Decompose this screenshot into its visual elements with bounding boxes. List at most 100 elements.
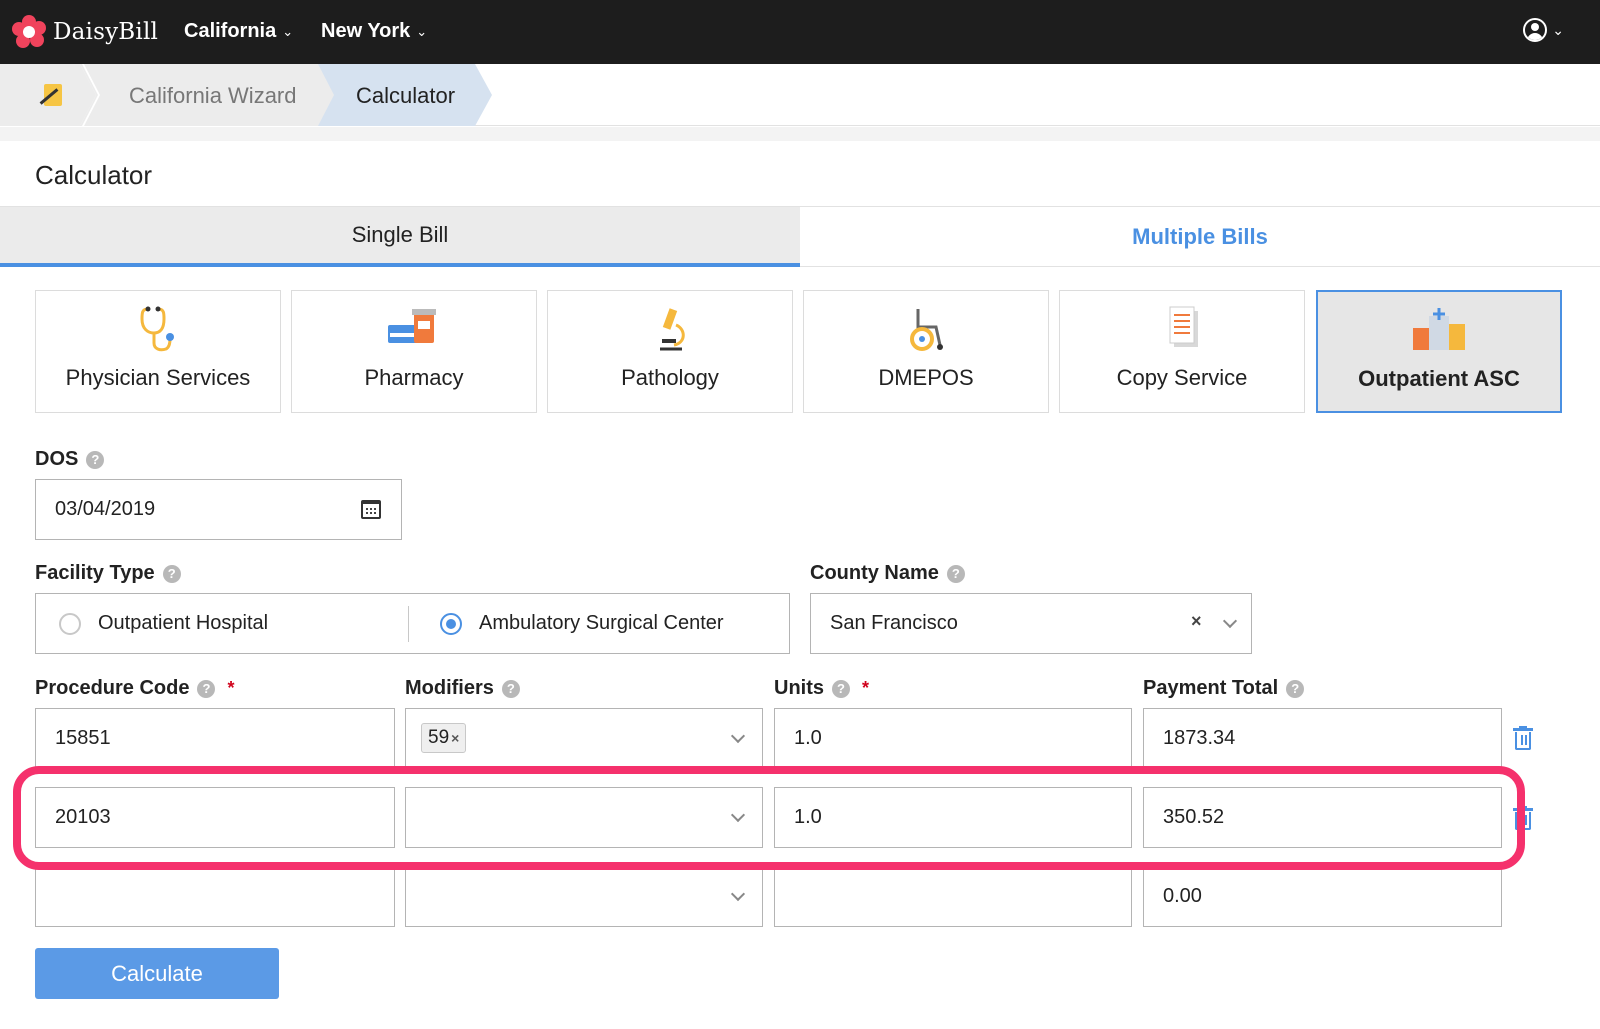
procedure-code-label-text: Procedure Code [35,677,190,699]
payment-total-field: 350.52 [1143,787,1502,848]
payment-total-value: 0.00 [1163,885,1202,907]
required-mark: * [862,678,870,698]
trash-icon[interactable] [1513,806,1533,830]
breadcrumb-home[interactable] [0,64,96,126]
service-card-label: Pharmacy [364,365,464,390]
county-value: San Francisco [830,612,958,634]
county-name-label: County Name ? [810,562,965,585]
facility-type-label-text: Facility Type [35,562,155,584]
radio-outpatient-hospital[interactable] [59,613,81,635]
payment-total-value: 1873.34 [1163,727,1236,749]
logo-text: DaisyBill [53,19,159,45]
dos-date-input[interactable]: 03/04/2019 [35,479,402,540]
top-navbar: DaisyBill California ⌄ New York ⌄ ⌄ [0,0,1600,64]
breadcrumb: California Wizard Calculator [0,64,1600,126]
service-card-label: DMEPOS [878,365,974,390]
radio-label: Outpatient Hospital [98,612,269,634]
modifiers-label: Modifiers ? [405,677,520,700]
chevron-down-icon[interactable] [1222,613,1238,629]
service-card-label: Copy Service [1116,365,1248,390]
note-pen-icon [36,82,64,108]
procedure-code-input[interactable]: 20103 [35,787,395,848]
facility-type-label: Facility Type ? [35,562,181,585]
chevron-down-icon: ⌄ [1552,21,1564,38]
service-card-pharmacy[interactable]: Pharmacy [291,290,537,413]
breadcrumb-calculator[interactable]: Calculator [318,64,492,126]
units-label: Units ? * [774,677,869,700]
breadcrumb-label: California Wizard [129,83,297,108]
service-card-physician-services[interactable]: Physician Services [35,290,281,413]
clear-icon[interactable]: × [1191,611,1202,632]
units-value: 1.0 [794,727,822,749]
modifiers-select[interactable] [405,787,763,848]
modifier-tag[interactable]: 59 × [421,723,467,753]
procedure-code-value: 15851 [55,727,111,749]
modifiers-label-text: Modifiers [405,677,494,699]
service-card-label: Outpatient ASC [1358,366,1520,391]
chevron-down-icon[interactable] [730,807,746,823]
calendar-icon[interactable] [361,500,381,519]
user-circle-icon [1523,18,1548,42]
payment-total-label: Payment Total ? [1143,677,1305,700]
help-icon[interactable]: ? [501,679,520,698]
dos-label: DOS ? [35,448,105,471]
dos-value: 03/04/2019 [55,498,156,520]
help-icon[interactable]: ? [832,679,850,698]
document-copy-icon [1169,306,1198,347]
chevron-down-icon[interactable] [730,728,746,744]
remove-tag-icon[interactable]: × [451,730,459,746]
county-name-select[interactable]: San Francisco × [810,593,1252,654]
procedure-code-input[interactable]: 15851 [35,708,395,769]
payment-total-value: 350.52 [1163,806,1225,828]
procedure-code-input[interactable] [35,866,395,927]
radio-label: Ambulatory Surgical Center [479,612,724,634]
payment-total-field: 0.00 [1143,866,1502,927]
service-card-outpatient-asc[interactable]: Outpatient ASC [1316,290,1562,413]
help-icon[interactable]: ? [946,564,965,583]
microscope-icon [660,308,685,351]
service-card-copy-service[interactable]: Copy Service [1059,290,1305,413]
help-icon[interactable]: ? [162,564,181,583]
modifiers-select[interactable]: 59 × [405,708,763,769]
payment-total-field: 1873.34 [1143,708,1502,769]
breadcrumb-california-wizard[interactable]: California Wizard [80,64,337,126]
payment-total-label-text: Payment Total [1143,677,1279,699]
county-name-label-text: County Name [810,562,939,584]
stethoscope-icon [140,306,174,352]
divider [408,606,409,642]
user-menu[interactable]: ⌄ [1523,18,1564,42]
calculate-button[interactable]: Calculate [35,948,279,999]
chevron-down-icon[interactable] [730,886,746,902]
divider [0,127,1600,141]
nav-state-label: New York [321,20,411,42]
trash-icon[interactable] [1513,726,1533,750]
service-card-pathology[interactable]: Pathology [547,290,793,413]
service-card-label: Pathology [621,365,719,390]
help-icon[interactable]: ? [1286,679,1305,698]
units-input[interactable]: 1.0 [774,708,1132,769]
daisybill-logo[interactable]: DaisyBill [12,15,158,49]
procedure-code-label: Procedure Code ? * [35,677,235,700]
help-icon[interactable]: ? [197,679,216,698]
nav-state-new-york[interactable]: New York ⌄ [321,20,427,43]
service-card-label: Physician Services [65,365,251,390]
radio-ambulatory-surgical-center[interactable] [440,613,462,635]
procedure-code-value: 20103 [55,806,111,828]
units-label-text: Units [774,677,824,699]
modifier-tag-label: 59 [428,727,450,748]
help-icon[interactable]: ? [86,450,105,469]
modifiers-select[interactable] [405,866,763,927]
page-title: Calculator [35,160,153,190]
daisy-flower-icon [12,15,46,49]
tab-multiple-bills[interactable]: Multiple Bills [800,207,1600,267]
units-input[interactable]: 1.0 [774,787,1132,848]
units-value: 1.0 [794,806,822,828]
nav-state-california[interactable]: California ⌄ [184,20,293,43]
chevron-down-icon: ⌄ [416,23,428,39]
facility-type-radio-group: Outpatient Hospital Ambulatory Surgical … [35,593,790,654]
service-card-dmepos[interactable]: DMEPOS [803,290,1049,413]
dos-label-text: DOS [35,448,79,470]
nav-state-label: California [184,20,277,42]
tab-single-bill[interactable]: Single Bill [0,207,800,267]
units-input[interactable] [774,866,1132,927]
